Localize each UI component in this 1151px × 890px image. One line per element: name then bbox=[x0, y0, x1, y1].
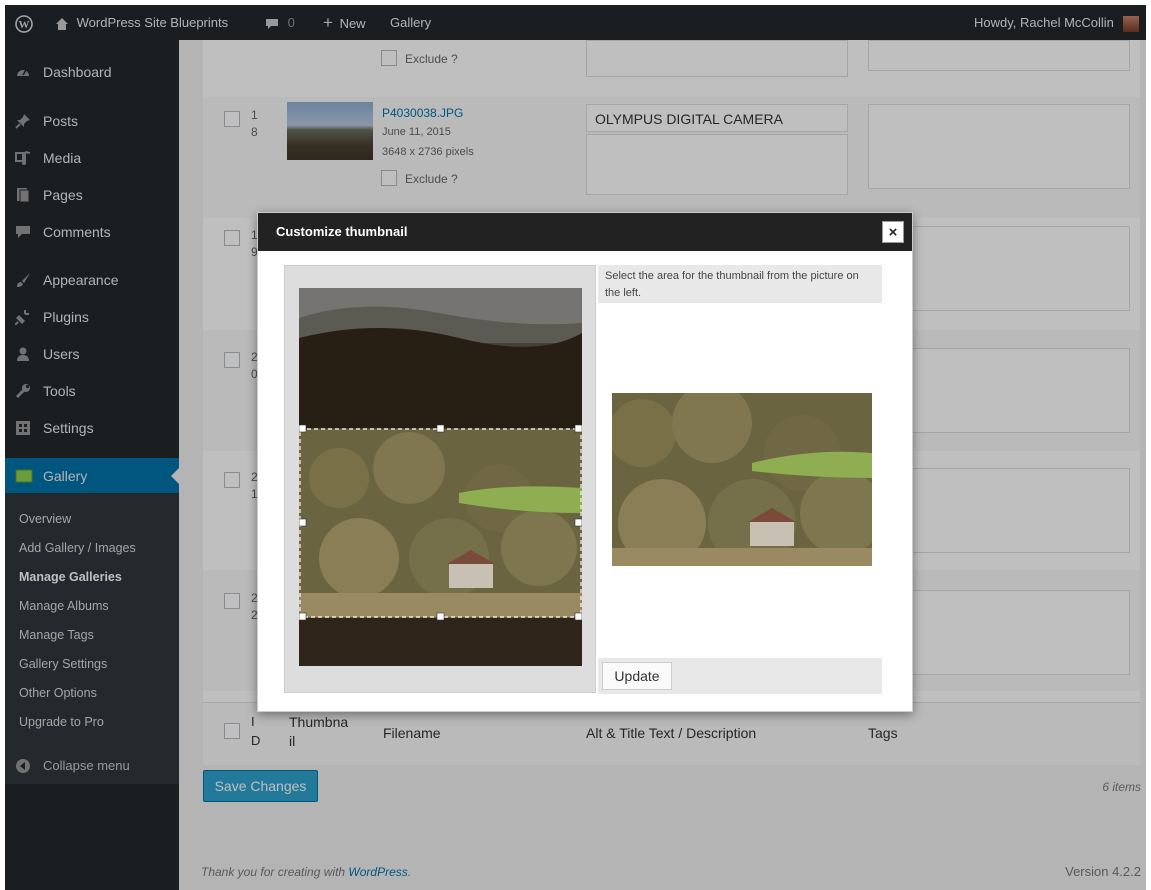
dialog-actions: Update bbox=[598, 658, 882, 694]
customize-thumbnail-dialog: Customize thumbnail × Select the area fo… bbox=[257, 212, 913, 712]
browser-viewport: W WordPress Site Blueprints 0 + New Gall… bbox=[5, 5, 1146, 890]
dialog-title: Customize thumbnail bbox=[258, 213, 912, 251]
update-button[interactable]: Update bbox=[602, 662, 672, 690]
close-icon[interactable]: × bbox=[882, 221, 904, 243]
crop-source-image[interactable] bbox=[299, 288, 582, 666]
crop-source-panel bbox=[284, 265, 596, 693]
crop-instructions: Select the area for the thumbnail from t… bbox=[598, 265, 882, 303]
thumbnail-preview bbox=[612, 393, 872, 566]
